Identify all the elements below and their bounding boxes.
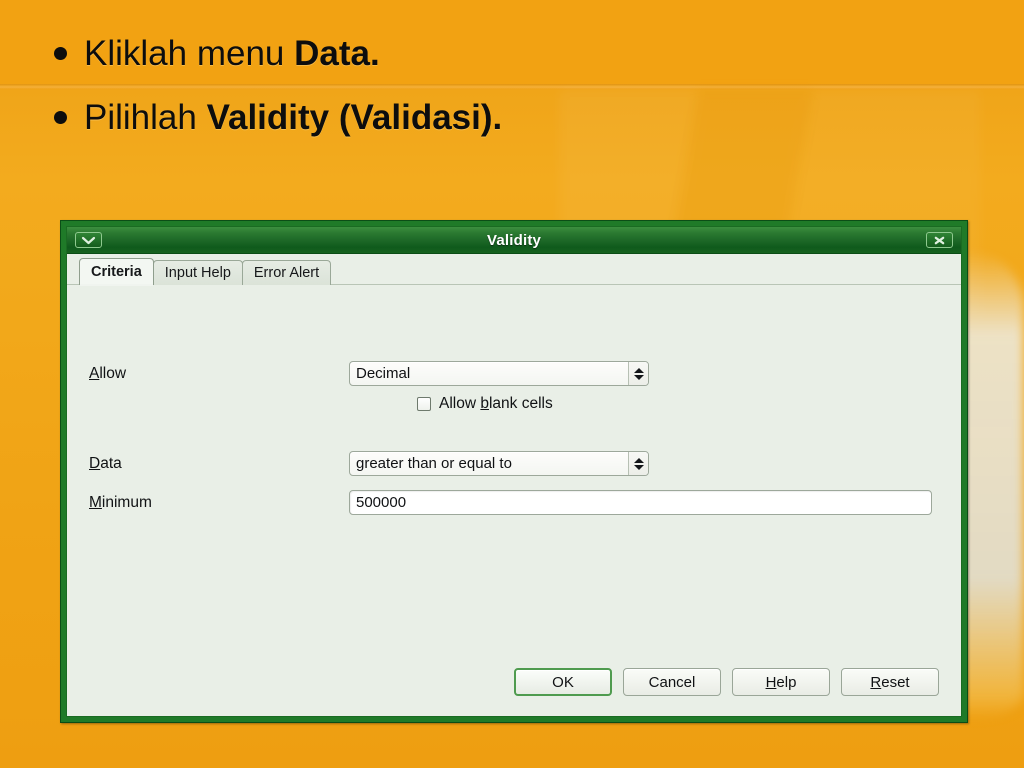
- bullet-item-2-text: Pilihlah Validity (Validasi).: [84, 100, 502, 135]
- cancel-button-label: Cancel: [648, 673, 696, 691]
- shade-window-button[interactable]: [75, 232, 102, 248]
- help-button-accel: H: [765, 673, 777, 691]
- allow-label-accel: A: [89, 364, 100, 382]
- validity-dialog: Validity Criteria Input Help Error Alert: [60, 220, 968, 723]
- help-button[interactable]: Help: [732, 668, 830, 696]
- ok-button-label: OK: [552, 673, 574, 691]
- reset-button-label: Reset: [870, 674, 909, 691]
- ok-button[interactable]: OK: [514, 668, 612, 696]
- bullet-1-bold: Data.: [294, 34, 380, 73]
- tab-input-help-label: Input Help: [164, 265, 231, 281]
- help-button-rest: elp: [776, 673, 797, 691]
- triangle-down-icon[interactable]: [633, 374, 644, 380]
- reset-button-rest: eset: [881, 673, 910, 691]
- allow-blank-cells-row[interactable]: Allow blank cells: [417, 395, 553, 413]
- chevron-down-icon: [81, 236, 96, 245]
- bullet-item-1: Kliklah menu Data.: [54, 36, 814, 71]
- close-window-button[interactable]: [926, 232, 953, 248]
- bullet-2-prefix: Pilihlah: [84, 98, 207, 137]
- triangle-up-icon[interactable]: [633, 367, 644, 373]
- data-label-rest: ata: [100, 454, 122, 472]
- minimum-label: Minimum: [89, 494, 349, 512]
- triangle-down-icon[interactable]: [633, 464, 644, 470]
- allow-combobox-spinner[interactable]: [628, 362, 648, 385]
- allow-blank-rest: lank cells: [488, 395, 553, 412]
- help-button-label: Help: [766, 674, 797, 691]
- dialog-button-bar: OK Cancel Help Reset: [67, 658, 961, 716]
- allow-blank-cells-checkbox[interactable]: [417, 397, 431, 411]
- bullet-dot-icon: [54, 47, 67, 60]
- minimum-label-accel: M: [89, 493, 102, 511]
- bullet-item-2: Pilihlah Validity (Validasi).: [54, 100, 814, 135]
- allow-combobox-value: Decimal: [356, 365, 411, 382]
- bullet-dot-icon: [54, 111, 67, 124]
- minimum-label-rest: inimum: [101, 493, 152, 511]
- bullet-item-1-text: Kliklah menu Data.: [84, 36, 380, 71]
- minimum-input[interactable]: 500000: [349, 490, 932, 515]
- allow-blank-pre: Allow: [439, 395, 481, 412]
- reset-button-accel: R: [870, 673, 882, 691]
- tab-error-alert-label: Error Alert: [253, 265, 320, 281]
- bullet-1-prefix: Kliklah menu: [84, 34, 295, 73]
- dialog-title: Validity: [486, 231, 542, 249]
- data-combobox-spinner[interactable]: [628, 452, 648, 475]
- dialog-inner-frame: Validity Criteria Input Help Error Alert: [66, 226, 962, 717]
- allow-label: Allow: [89, 365, 349, 383]
- dialog-tabstrip: Criteria Input Help Error Alert: [67, 254, 961, 286]
- allow-row: Allow Decimal: [89, 361, 939, 386]
- allow-blank-accel: b: [480, 395, 489, 412]
- dialog-titlebar[interactable]: Validity: [67, 227, 961, 254]
- data-row: Data greater than or equal to: [89, 451, 939, 476]
- data-label-accel: D: [89, 454, 101, 472]
- reset-button[interactable]: Reset: [841, 668, 939, 696]
- triangle-up-icon[interactable]: [633, 457, 644, 463]
- allow-combobox[interactable]: Decimal: [349, 361, 649, 386]
- criteria-tab-panel: Allow Decimal Allow blank cells Data gre…: [67, 285, 961, 658]
- minimum-row: Minimum 500000: [89, 490, 939, 515]
- allow-label-rest: llow: [99, 364, 127, 382]
- data-label: Data: [89, 455, 349, 473]
- close-icon: [934, 236, 945, 245]
- tab-criteria[interactable]: Criteria: [79, 258, 154, 286]
- allow-blank-cells-label: Allow blank cells: [439, 395, 553, 413]
- data-combobox[interactable]: greater than or equal to: [349, 451, 649, 476]
- bullet-2-bold: Validity (Validasi).: [206, 98, 503, 137]
- tab-criteria-label: Criteria: [91, 264, 142, 280]
- tab-input-help[interactable]: Input Help: [152, 260, 243, 285]
- tab-error-alert[interactable]: Error Alert: [241, 260, 332, 285]
- data-combobox-value: greater than or equal to: [356, 455, 512, 472]
- slide-bullet-list: Kliklah menu Data. Pilihlah Validity (Va…: [54, 36, 814, 164]
- cancel-button[interactable]: Cancel: [623, 668, 721, 696]
